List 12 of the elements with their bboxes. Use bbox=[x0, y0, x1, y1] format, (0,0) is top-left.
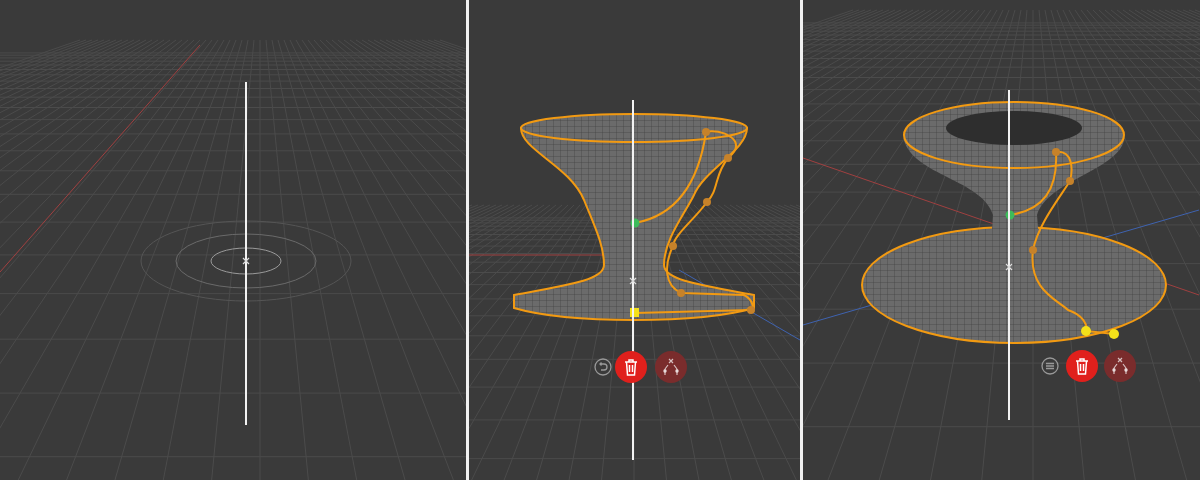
split-points-icon bbox=[661, 358, 681, 376]
origin-cross-icon bbox=[1005, 263, 1013, 271]
delete-button[interactable] bbox=[615, 351, 647, 383]
delete-button[interactable] bbox=[1066, 350, 1098, 382]
undo-icon bbox=[594, 358, 612, 376]
trash-icon bbox=[1074, 357, 1090, 375]
viewport[interactable] bbox=[469, 0, 800, 480]
origin-cross-icon bbox=[629, 277, 637, 285]
trash-icon bbox=[623, 358, 639, 376]
origin-cross-icon bbox=[242, 257, 250, 265]
split-points-icon bbox=[1110, 357, 1130, 375]
menu-icon bbox=[1041, 357, 1059, 375]
